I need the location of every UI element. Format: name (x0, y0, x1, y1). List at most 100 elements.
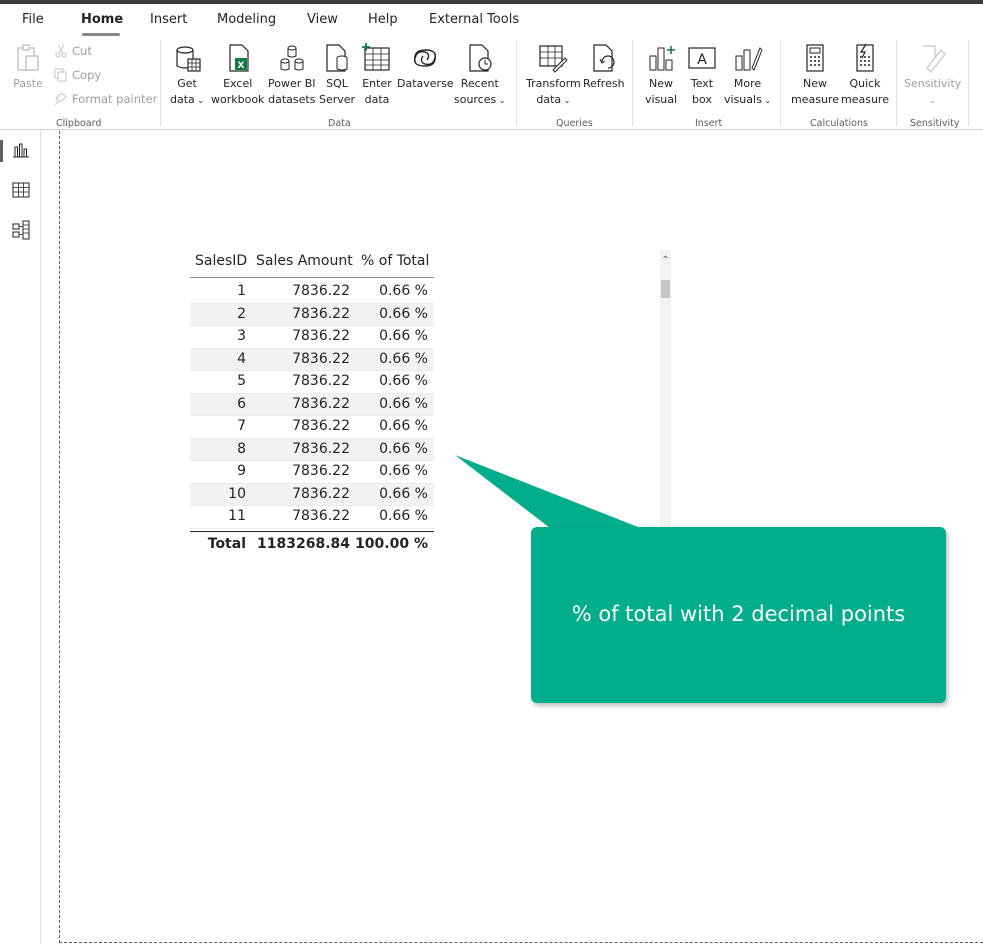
table-row[interactable]: 2 7836.22 0.66 % (190, 303, 434, 326)
cell-salesid: 6 (237, 395, 246, 412)
cut-button[interactable]: Cut (54, 44, 92, 58)
menu-insert[interactable]: Insert (150, 12, 187, 27)
transform-data-icon (539, 45, 569, 73)
cell-salesid: 4 (237, 350, 246, 367)
total-label: Total (207, 536, 246, 552)
menu-external-tools[interactable]: External Tools (429, 12, 519, 27)
callout-shape[interactable]: % of total with 2 decimal points (531, 527, 946, 703)
menu-help[interactable]: Help (368, 12, 398, 27)
cell-sales-amount: 7836.22 (292, 485, 350, 502)
report-view-icon[interactable] (10, 139, 32, 161)
sql-server-icon (326, 44, 348, 72)
bar-chart-icon (649, 46, 676, 71)
cell-sales-amount: 7836.22 (292, 463, 350, 479)
more-visuals-icon (735, 47, 763, 71)
view-switcher-rail (0, 130, 41, 944)
quick-measure-button[interactable]: Quick measure (841, 42, 889, 108)
cell-percent-total: 0.66 % (379, 373, 428, 389)
sensitivity-icon (922, 45, 946, 73)
recent-sources-button[interactable]: Recent sources ⌄ (454, 42, 506, 109)
cell-salesid: 1 (237, 283, 246, 299)
table-row[interactable]: 11 7836.22 0.66 % (190, 506, 434, 529)
format-painter-button[interactable]: Format painter (54, 92, 157, 106)
insert-group-label: Insert (695, 118, 723, 129)
refresh-button[interactable]: Refresh (583, 42, 625, 92)
table-row[interactable]: 3 7836.22 0.66 % (190, 326, 434, 349)
text-box-button[interactable]: A Text box (686, 42, 718, 108)
table-header: SalesID Sales Amount % of Total (190, 250, 434, 278)
scissors-icon (55, 44, 67, 58)
total-percent: 100.00 % (355, 536, 428, 552)
excel-workbook-button[interactable]: X Excel workbook (211, 42, 264, 108)
ribbon-divider (780, 40, 781, 126)
data-group-label: Data (328, 118, 351, 129)
callout-text: % of total with 2 decimal points (571, 602, 906, 626)
new-visual-button[interactable]: New visual (645, 42, 677, 108)
table-row[interactable]: 1 7836.22 0.66 % (190, 281, 434, 304)
copy-icon (54, 68, 67, 82)
svg-text:A: A (697, 52, 707, 68)
table-row[interactable]: 7 7836.22 0.66 % (190, 416, 434, 439)
total-sales-amount: 1183268.84 (257, 536, 350, 552)
cell-salesid: 11 (228, 508, 246, 524)
paste-icon (17, 44, 39, 71)
cell-salesid: 8 (237, 440, 246, 457)
column-header-sales-amount[interactable]: Sales Amount (256, 253, 353, 269)
sql-server-button[interactable]: SQL Server (319, 42, 355, 108)
menu-bar: File Home Insert Modeling View Help Exte… (0, 4, 983, 36)
cell-percent-total: 0.66 % (379, 463, 428, 479)
cell-percent-total: 0.66 % (379, 485, 428, 502)
table-row[interactable]: 5 7836.22 0.66 % (190, 371, 434, 394)
new-measure-button[interactable]: New measure (791, 42, 839, 108)
cell-salesid: 7 (237, 418, 246, 434)
sensitivity-group-label: Sensitivity (910, 118, 960, 129)
cell-sales-amount: 7836.22 (292, 283, 350, 299)
menu-file[interactable]: File (22, 12, 44, 27)
table-row[interactable]: 4 7836.22 0.66 % (190, 348, 434, 371)
column-header-salesid[interactable]: SalesID (195, 253, 247, 269)
dataverse-icon (414, 49, 437, 67)
cell-salesid: 10 (228, 485, 246, 502)
text-box-icon: A (688, 47, 716, 69)
ribbon-divider (516, 40, 517, 126)
cell-percent-total: 0.66 % (379, 305, 428, 322)
ribbon-divider (896, 40, 897, 126)
scroll-up-arrow-icon[interactable]: ⌃ (660, 255, 671, 271)
menu-view[interactable]: View (307, 12, 338, 27)
menu-modeling[interactable]: Modeling (217, 12, 276, 27)
get-data-button[interactable]: Get data ⌄ (170, 42, 204, 109)
column-header-percent-total[interactable]: % of Total (361, 253, 429, 269)
cell-percent-total: 0.66 % (379, 328, 428, 344)
sensitivity-button[interactable]: Sensitivity ⌄ (904, 42, 961, 109)
cell-percent-total: 0.66 % (379, 440, 428, 457)
calculator-icon (806, 44, 824, 72)
svg-text:X: X (237, 61, 244, 71)
cell-sales-amount: 7836.22 (292, 395, 350, 412)
cell-salesid: 3 (237, 328, 246, 344)
datasets-icon (280, 45, 304, 71)
model-view-icon[interactable] (10, 219, 32, 241)
table-row[interactable]: 6 7836.22 0.66 % (190, 393, 434, 416)
refresh-icon (593, 44, 615, 72)
transform-data-button[interactable]: Transform data ⌄ (526, 42, 581, 109)
table-row[interactable]: 10 7836.22 0.66 % (190, 483, 434, 506)
dataverse-button[interactable]: Dataverse (397, 42, 454, 92)
cell-percent-total: 0.66 % (379, 508, 428, 524)
cell-sales-amount: 7836.22 (292, 418, 350, 434)
table-row[interactable]: 8 7836.22 0.66 % (190, 438, 434, 461)
cell-sales-amount: 7836.22 (292, 350, 350, 367)
active-view-indicator (0, 140, 3, 162)
more-visuals-button[interactable]: More visuals ⌄ (724, 42, 771, 109)
ribbon: Paste Cut Copy Format painter Clipboard … (0, 36, 983, 130)
cell-percent-total: 0.66 % (379, 418, 428, 434)
cell-percent-total: 0.66 % (379, 395, 428, 412)
ribbon-divider (968, 40, 969, 126)
scrollbar-thumb[interactable] (661, 280, 670, 298)
copy-button[interactable]: Copy (54, 68, 101, 82)
enter-data-button[interactable]: Enter data (361, 42, 393, 108)
paste-button[interactable]: Paste (12, 42, 44, 92)
table-row[interactable]: 9 7836.22 0.66 % (190, 461, 434, 484)
power-bi-datasets-button[interactable]: Power BI datasets (268, 42, 316, 108)
menu-home[interactable]: Home (81, 12, 123, 27)
table-view-icon[interactable] (10, 179, 32, 201)
